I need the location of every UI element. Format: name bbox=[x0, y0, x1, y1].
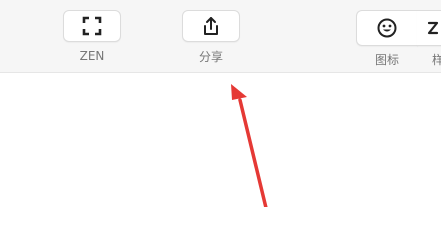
icon-button[interactable] bbox=[356, 10, 418, 46]
smiley-icon bbox=[377, 18, 397, 38]
share-button[interactable] bbox=[182, 10, 240, 42]
fullscreen-icon bbox=[82, 16, 102, 36]
icon-label: 图标 bbox=[374, 53, 399, 67]
partial-button[interactable] bbox=[417, 10, 441, 46]
share-label: 分享 bbox=[198, 50, 223, 64]
arrow-shaft bbox=[238, 98, 268, 207]
zen-button[interactable] bbox=[63, 10, 121, 42]
zen-label: ZEN bbox=[79, 49, 105, 63]
partial-icon bbox=[427, 21, 438, 35]
toolbar: ZEN 分享 图标 样 bbox=[0, 0, 441, 73]
share-upload-icon bbox=[204, 17, 218, 35]
arrow-head bbox=[231, 84, 247, 100]
partial-label: 样 bbox=[432, 53, 441, 67]
